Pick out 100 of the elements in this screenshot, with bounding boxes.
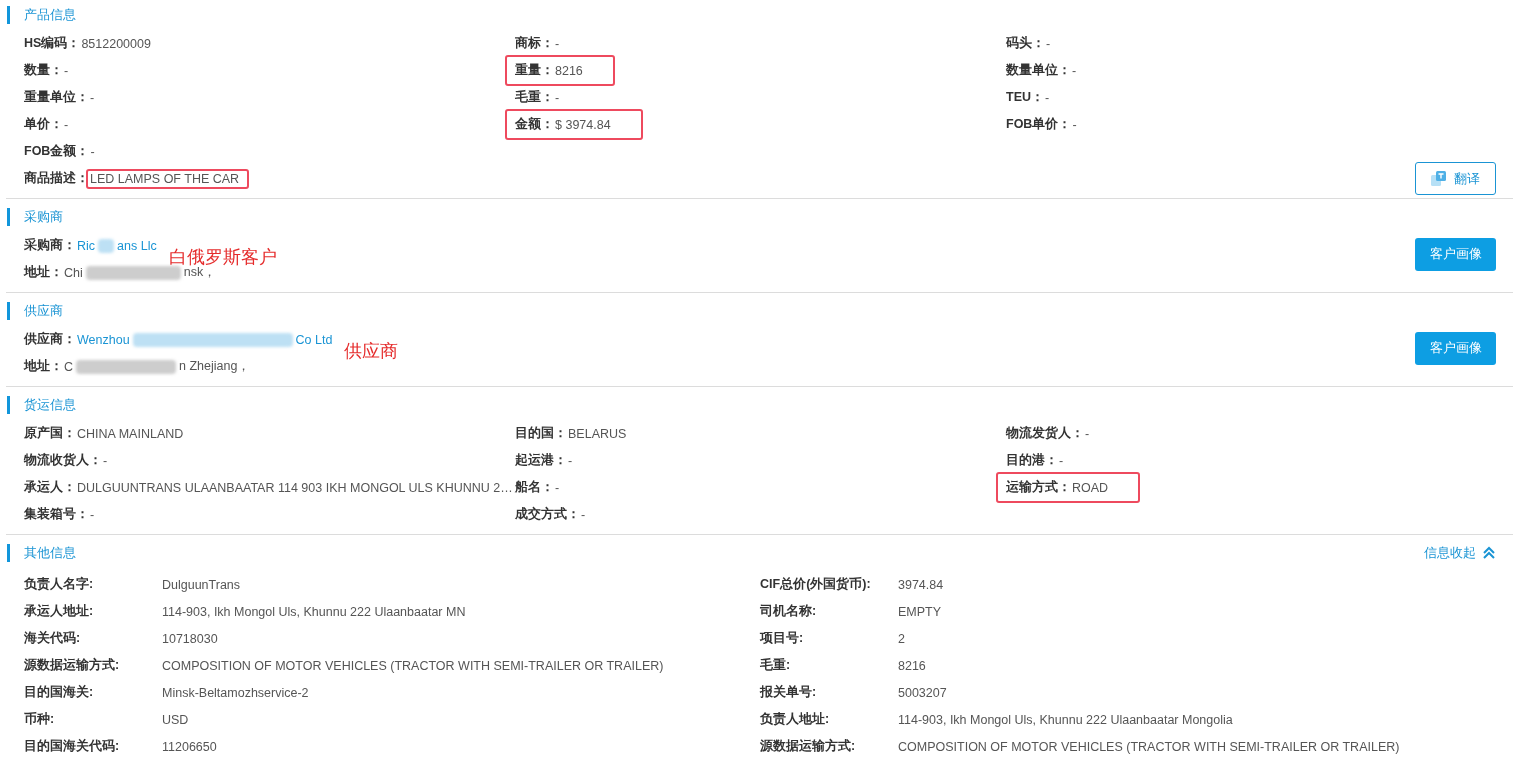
field-value: EMPTY <box>898 604 942 619</box>
field-value: - <box>555 90 560 105</box>
title-accent-bar <box>7 302 10 320</box>
field-label: 目的国海关: <box>24 684 95 701</box>
field-label: 单价： <box>24 116 63 133</box>
field-label: 起运港： <box>515 452 567 469</box>
field-value: - <box>1072 63 1077 78</box>
field-label: 物流收货人： <box>24 452 102 469</box>
section-title: 采购商 <box>24 208 63 226</box>
field-value: Minsk-Beltamozhservice-2 <box>162 685 309 700</box>
address-text: Chi <box>64 265 83 280</box>
field-label: HS编码： <box>24 35 81 52</box>
overlapping-squares-icon <box>1431 171 1446 186</box>
section-title: 其他信息 <box>24 544 76 562</box>
field-label: 金额： <box>515 116 554 133</box>
field-value: - <box>1072 117 1077 132</box>
field-label: 目的港： <box>1006 452 1058 469</box>
field-value: - <box>90 144 95 159</box>
field-label: 毛重： <box>515 89 554 106</box>
address-text: n Zhejiang， <box>179 358 251 375</box>
field-label: 地址： <box>24 358 63 375</box>
field-label: 承运人地址: <box>24 603 95 620</box>
field-label: 目的国： <box>515 425 567 442</box>
field-value: COMPOSITION OF MOTOR VEHICLES (TRACTOR WITH SEMI-TRAILER OR TRAILER) <box>162 658 664 673</box>
field-label: 采购商： <box>24 237 76 254</box>
customer-profile-button[interactable]: 客户画像 <box>1415 237 1496 271</box>
field-value: - <box>90 507 95 522</box>
section-title: 供应商 <box>24 302 63 320</box>
field-value: - <box>90 90 95 105</box>
field-label: 数量： <box>24 62 63 79</box>
field-value: 8216 <box>898 658 926 673</box>
field-label: 数量单位： <box>1006 62 1071 79</box>
field-label: 重量： <box>515 62 554 79</box>
field-label: 成交方式： <box>515 506 580 523</box>
field-value: 3974.84 <box>898 577 944 592</box>
field-value: 114-903, Ikh Mongol Uls, Khunnu 222 Ulaanbaatar MN <box>162 604 466 619</box>
field-value: LED LAMPS OF THE CAR <box>90 171 240 186</box>
field-label: 码头： <box>1006 35 1045 52</box>
field-label: 供应商： <box>24 331 76 348</box>
field-value: - <box>103 453 108 468</box>
address-text: nsk， <box>183 265 217 281</box>
field-label: 海关代码: <box>24 630 82 647</box>
field-value: CHINA MAINLAND <box>77 426 184 441</box>
title-accent-bar <box>7 396 10 414</box>
field-value: - <box>568 453 573 468</box>
customer-profile-button[interactable]: 客户画像 <box>1415 331 1496 365</box>
title-accent-bar <box>7 208 10 226</box>
field-label: 物流发货人： <box>1006 425 1084 442</box>
company-name-link[interactable]: Wenzhou Co Ltd <box>77 332 333 347</box>
field-value: 2 <box>898 631 905 646</box>
company-name-link[interactable]: Ric ans Llc <box>77 238 157 253</box>
field-label: FOB金额： <box>24 143 90 160</box>
field-label: 报关单号: <box>760 684 818 701</box>
field-value: USD <box>162 712 189 727</box>
field-label: 重量单位： <box>24 89 89 106</box>
field-value: COMPOSITION OF MOTOR VEHICLES (TRACTOR WITH SEMI-TRAILER OR TRAILER) <box>898 739 1400 754</box>
field-value: - <box>1046 36 1051 51</box>
field-value: - <box>1045 90 1050 105</box>
field-label: 毛重: <box>760 657 792 674</box>
field-label: 运输方式： <box>1006 479 1071 496</box>
field-label: 源数据运输方式: <box>24 657 121 674</box>
field-label: 项目号: <box>760 630 805 647</box>
annotation-text: 供应商 <box>344 339 399 363</box>
annotation-text: 白俄罗斯客户 <box>168 245 277 267</box>
field-label: 源数据运输方式: <box>760 738 857 755</box>
field-label: 集装箱号： <box>24 506 89 523</box>
field-label: FOB单价： <box>1006 116 1072 133</box>
field-label: 商品描述： <box>24 170 89 187</box>
field-value: - <box>581 507 586 522</box>
field-value: - <box>64 63 69 78</box>
field-value: - <box>1085 426 1090 441</box>
field-label: 负责人地址: <box>760 711 831 728</box>
field-value: 11206650 <box>162 739 217 754</box>
field-label: 原产国： <box>24 425 76 442</box>
field-value: 8512200009 <box>81 36 151 51</box>
title-accent-bar <box>7 6 10 24</box>
field-value: ROAD <box>1072 480 1109 495</box>
field-value: 8216 <box>555 63 583 78</box>
translate-button[interactable]: 翻译 <box>1415 162 1496 195</box>
field-value: - <box>555 480 560 495</box>
collapse-link[interactable]: 信息收起 <box>1424 544 1496 562</box>
field-label: 司机名称: <box>760 603 818 620</box>
field-value: 114-903, Ikh Mongol Uls, Khunnu 222 Ulaanbaatar Mongolia <box>898 712 1233 727</box>
field-label: 目的国海关代码: <box>24 738 121 755</box>
field-label: 商标： <box>515 35 554 52</box>
field-label: 负责人名字: <box>24 576 95 593</box>
field-label: CIF总价(外国货币): <box>760 576 872 593</box>
address-text: C <box>64 359 74 374</box>
field-value: BELARUS <box>568 426 627 441</box>
field-label: TEU： <box>1006 89 1044 106</box>
field-value: DULGUUNTRANS ULAANBAATAR 114 903 IKH MONGOL ULS KHUNNU 2… <box>77 480 513 495</box>
field-label: 币种: <box>24 711 56 728</box>
section-title: 产品信息 <box>24 6 76 24</box>
field-label: 地址： <box>24 264 63 281</box>
field-value: - <box>1059 453 1064 468</box>
field-value: - <box>555 36 560 51</box>
field-value: 10718030 <box>162 631 218 646</box>
section-title: 货运信息 <box>24 396 76 414</box>
redaction-blur <box>98 238 115 253</box>
field-value: DulguunTrans <box>162 577 241 592</box>
